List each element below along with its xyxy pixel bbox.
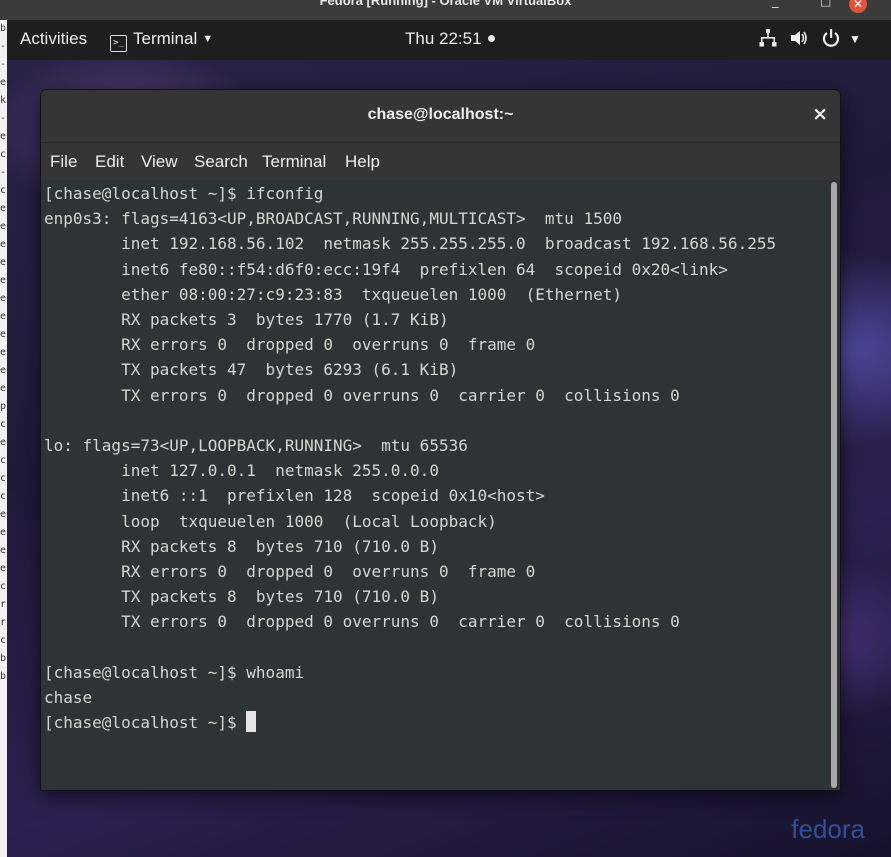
host-strip-char: b (0, 23, 7, 34)
terminal-line: RX errors 0 dropped 0 overruns 0 frame 0 (44, 335, 536, 355)
menu-help[interactable]: Help (345, 152, 380, 172)
host-strip-char: - (0, 113, 7, 124)
host-strip-char: e (0, 239, 7, 250)
virtualbox-window-title: Fedora [Running] - Oracle VM VirtualBox (319, 0, 572, 8)
terminal-text: [chase@localhost ~]$ ifconfig enp0s3: fla… (44, 181, 776, 735)
maximize-icon[interactable]: □ (820, 0, 831, 8)
host-strip-char: p (0, 401, 7, 412)
terminal-line: [chase@localhost ~]$ whoami (44, 662, 305, 682)
terminal-prompt-line[interactable]: [chase@localhost ~]$ (44, 710, 776, 735)
terminal-line: inet6 fe80::f54:d6f0:ecc:19f4 prefixlen … (44, 259, 728, 279)
terminal-line: enp0s3: flags=4163<UP,BROADCAST,RUNNING,… (44, 209, 622, 229)
notification-dot-icon (487, 35, 495, 42)
host-strip-char: - (0, 167, 7, 178)
host-strip-char: e (0, 77, 7, 88)
host-strip-char: b (0, 671, 7, 682)
volume-icon[interactable] (790, 28, 808, 53)
terminal-prompt: [chase@localhost ~]$ (44, 713, 247, 733)
host-strip-char: - (0, 41, 7, 52)
activities-button[interactable]: Activities (20, 29, 87, 49)
chevron-down-icon: ▼ (202, 33, 214, 45)
text-cursor (246, 711, 257, 733)
host-strip-char: - (0, 59, 7, 70)
terminal-scrollbar[interactable] (831, 182, 837, 788)
terminal-line: RX packets 8 bytes 710 (710.0 B) (44, 536, 439, 556)
network-icon[interactable] (759, 28, 777, 53)
host-strip-char: e (0, 545, 7, 556)
host-strip-char: e (0, 293, 7, 304)
menu-file[interactable]: File (50, 152, 77, 172)
terminal-line: inet 192.168.56.102 netmask 255.255.255.… (44, 234, 777, 254)
terminal-title: chase@localhost:~ (367, 106, 514, 123)
terminal-titlebar[interactable]: chase@localhost:~ × (41, 90, 840, 143)
menu-search[interactable]: Search (194, 152, 248, 172)
close-icon[interactable]: × (812, 103, 828, 125)
close-icon[interactable]: ✕ (849, 0, 867, 13)
host-strip-char: r (0, 617, 7, 628)
power-icon[interactable] (822, 28, 840, 53)
host-strip-char: c (0, 635, 7, 646)
terminal-line: RX errors 0 dropped 0 overruns 0 frame 0 (44, 562, 536, 582)
terminal-line: RX packets 3 bytes 1770 (1.7 KiB) (44, 310, 449, 330)
host-strip-char: c (0, 185, 7, 196)
host-background-strip: b- - e k -ec-ceeeeeeeeeeepceccceeeecrrcb… (0, 20, 7, 857)
clock-label: Thu 22:51 (405, 29, 482, 48)
minimize-icon[interactable]: _ (772, 0, 779, 9)
terminal-line: TX packets 8 bytes 710 (710.0 B) (44, 587, 439, 607)
host-strip-char: e (0, 257, 7, 268)
terminal-line: inet6 ::1 prefixlen 128 scopeid 0x10<hos… (44, 486, 545, 506)
host-strip-char: e (0, 383, 7, 394)
host-strip-char: c (0, 419, 7, 430)
host-strip-char: k (0, 95, 7, 106)
terminal-line: TX errors 0 dropped 0 overruns 0 carrier… (44, 612, 680, 632)
terminal-line: TX errors 0 dropped 0 overruns 0 carrier… (44, 385, 680, 405)
menu-terminal[interactable]: Terminal (262, 152, 326, 172)
terminal-line: chase (44, 688, 93, 708)
terminal-line: lo: flags=73<UP,LOOPBACK,RUNNING> mtu 65… (44, 436, 468, 456)
terminal-line: ether 08:00:27:c9:23:83 txqueuelen 1000 … (44, 284, 622, 304)
host-strip-char: c (0, 473, 7, 484)
host-strip-char: e (0, 311, 7, 322)
gnome-top-bar: Activities >_ Terminal ▼ Thu 22:51 ▼ (7, 20, 891, 60)
terminal-menubar: File Edit View Search Terminal Help (41, 143, 840, 180)
host-strip-char: c (0, 149, 7, 160)
app-menu-button[interactable]: >_ Terminal ▼ (110, 29, 213, 52)
terminal-window[interactable]: chase@localhost:~ × File Edit View Searc… (41, 90, 840, 790)
host-strip-char: e (0, 131, 7, 142)
app-menu-label: Terminal (133, 29, 198, 48)
host-strip-char: e (0, 329, 7, 340)
chevron-down-icon[interactable]: ▼ (849, 32, 861, 46)
host-strip-char: e (0, 437, 7, 448)
terminal-line: TX packets 47 bytes 6293 (6.1 KiB) (44, 360, 459, 380)
clock-button[interactable]: Thu 22:51 (405, 29, 495, 49)
host-strip-char: e (0, 509, 7, 520)
menu-view[interactable]: View (141, 152, 178, 172)
host-strip-char: e (0, 221, 7, 232)
host-strip-char: r (0, 599, 7, 610)
terminal-line: [chase@localhost ~]$ ifconfig (44, 184, 324, 203)
host-strip-char: b (0, 653, 7, 664)
terminal-app-icon: >_ (110, 35, 127, 52)
terminal-output[interactable]: [chase@localhost ~]$ ifconfig enp0s3: fla… (41, 180, 826, 790)
virtualbox-titlebar: Fedora [Running] - Oracle VM VirtualBox … (0, 0, 891, 20)
host-strip-char: c (0, 491, 7, 502)
host-strip-char: e (0, 275, 7, 286)
host-strip-char: c (0, 455, 7, 466)
terminal-line: loop txqueuelen 1000 (Local Loopback) (44, 511, 497, 531)
host-strip-char: e (0, 365, 7, 376)
host-strip-char: c (0, 581, 7, 592)
terminal-line: inet 127.0.0.1 netmask 255.0.0.0 (44, 461, 439, 481)
menu-edit[interactable]: Edit (95, 152, 124, 172)
host-strip-char: e (0, 563, 7, 574)
fedora-watermark: fedora (791, 814, 865, 844)
host-strip-char: e (0, 527, 7, 538)
host-strip-char: e (0, 347, 7, 358)
host-strip-char: e (0, 203, 7, 214)
